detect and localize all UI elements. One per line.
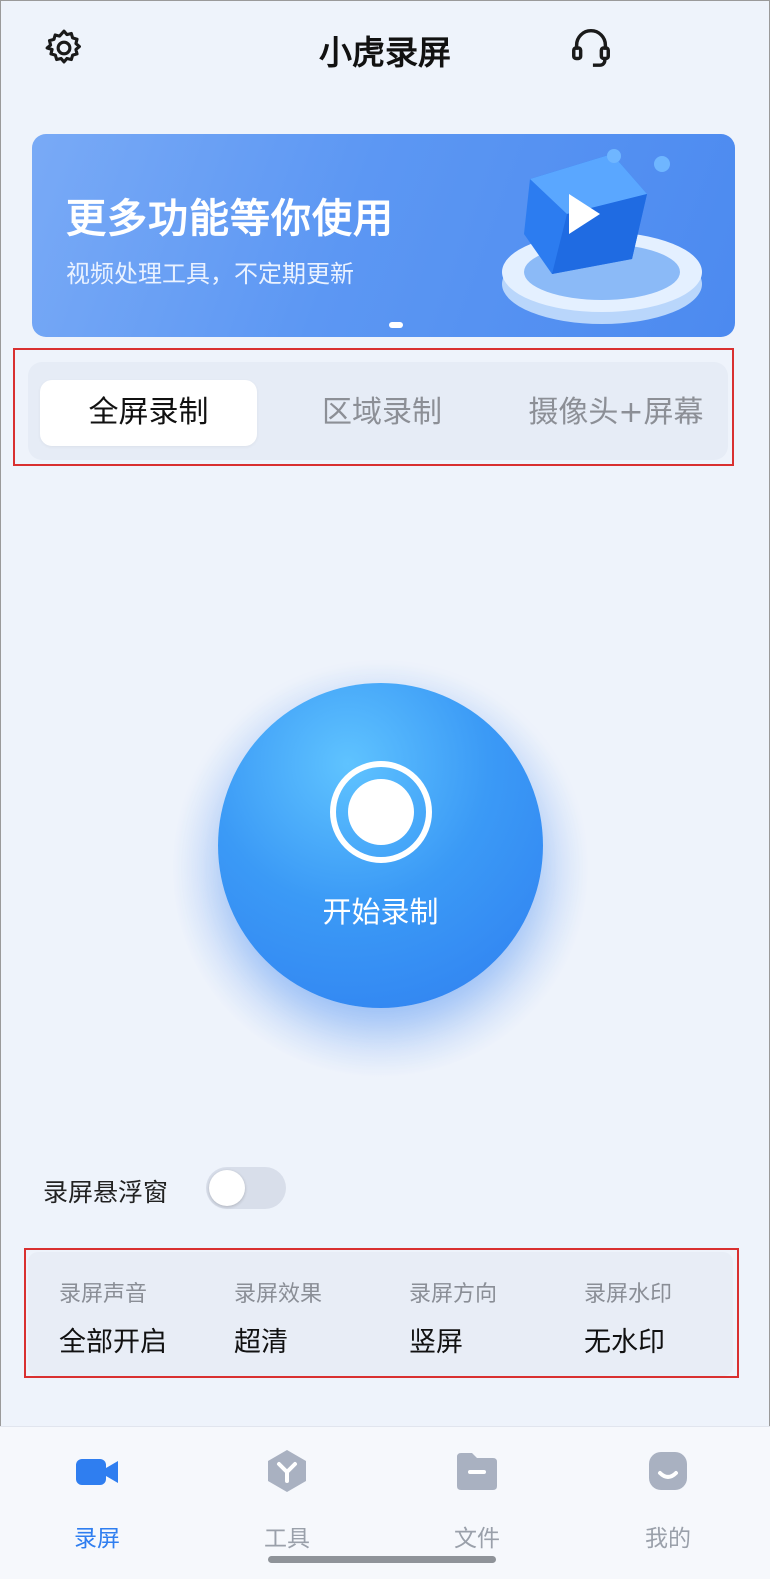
headset-icon[interactable] [568, 24, 614, 70]
tab-camera-screen[interactable]: 摄像头+屏幕 [506, 380, 726, 446]
video-camera-icon [76, 1459, 118, 1485]
setting-orientation-value: 竖屏 [409, 1327, 463, 1358]
toggle-knob [209, 1170, 245, 1206]
nav-files[interactable]: 文件 [422, 1447, 532, 1553]
app-header: 小虎录屏 [0, 0, 770, 100]
floating-window-toggle[interactable] [206, 1167, 286, 1209]
home-indicator [268, 1556, 496, 1563]
start-record-label: 开始录制 [322, 895, 439, 929]
setting-watermark[interactable]: 录屏水印 无水印 [584, 1276, 754, 1359]
setting-watermark-label: 录屏水印 [584, 1282, 673, 1307]
play-cube-icon [502, 149, 702, 324]
promo-banner[interactable]: 更多功能等你使用 视频处理工具，不定期更新 [32, 134, 735, 337]
record-mode-tabs: 全屏录制 区域录制 摄像头+屏幕 [28, 362, 728, 460]
banner-subtitle: 视频处理工具，不定期更新 [66, 260, 354, 288]
record-settings: 录屏声音 全部开启 录屏效果 超清 录屏方向 竖屏 录屏水印 无水印 [28, 1252, 733, 1376]
setting-quality-value: 超清 [234, 1327, 288, 1358]
start-record-button[interactable]: 开始录制 [218, 683, 543, 1008]
folder-icon [457, 1453, 497, 1490]
setting-orientation-label: 录屏方向 [409, 1282, 498, 1307]
setting-quality[interactable]: 录屏效果 超清 [234, 1276, 404, 1359]
banner-title: 更多功能等你使用 [66, 196, 394, 242]
floating-window-label: 录屏悬浮窗 [43, 1178, 169, 1207]
setting-orientation[interactable]: 录屏方向 竖屏 [409, 1276, 579, 1359]
nav-record-label: 录屏 [74, 1526, 120, 1552]
nav-profile[interactable]: 我的 [613, 1447, 723, 1553]
carousel-indicator [389, 322, 403, 328]
tab-region[interactable]: 区域录制 [273, 380, 491, 446]
nav-tools-label: 工具 [264, 1526, 310, 1552]
record-icon [330, 761, 432, 863]
setting-sound[interactable]: 录屏声音 全部开启 [59, 1276, 229, 1359]
nav-profile-label: 我的 [645, 1526, 691, 1552]
setting-sound-value: 全部开启 [59, 1327, 167, 1358]
setting-sound-label: 录屏声音 [59, 1282, 148, 1307]
app-title: 小虎录屏 [319, 33, 451, 72]
setting-quality-label: 录屏效果 [234, 1282, 323, 1307]
profile-icon [649, 1452, 687, 1490]
setting-watermark-value: 无水印 [584, 1327, 665, 1358]
nav-record[interactable]: 录屏 [42, 1447, 152, 1553]
nav-tools[interactable]: 工具 [232, 1447, 342, 1553]
nav-files-label: 文件 [454, 1526, 500, 1552]
toolbox-icon [268, 1450, 306, 1492]
tab-fullscreen[interactable]: 全屏录制 [40, 380, 257, 446]
